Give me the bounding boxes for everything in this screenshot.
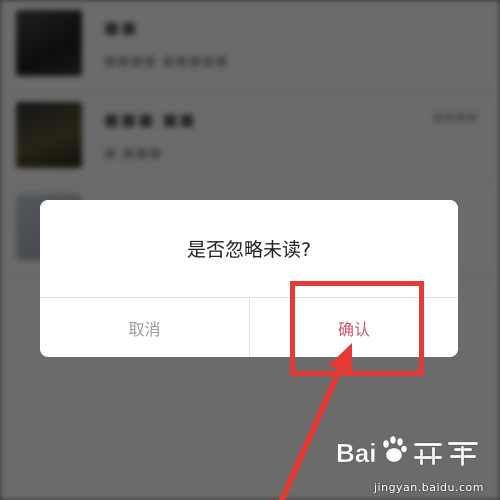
svg-text:Bai: Bai — [336, 438, 376, 468]
baidu-jingyan-logo-icon: Bai — [336, 435, 479, 468]
watermark: Bai jingyan.baidu.com — [336, 434, 486, 494]
cancel-button[interactable]: 取消 — [40, 298, 249, 357]
watermark-url: jingyan.baidu.com — [373, 481, 484, 494]
annotation-highlight-box — [290, 281, 424, 376]
